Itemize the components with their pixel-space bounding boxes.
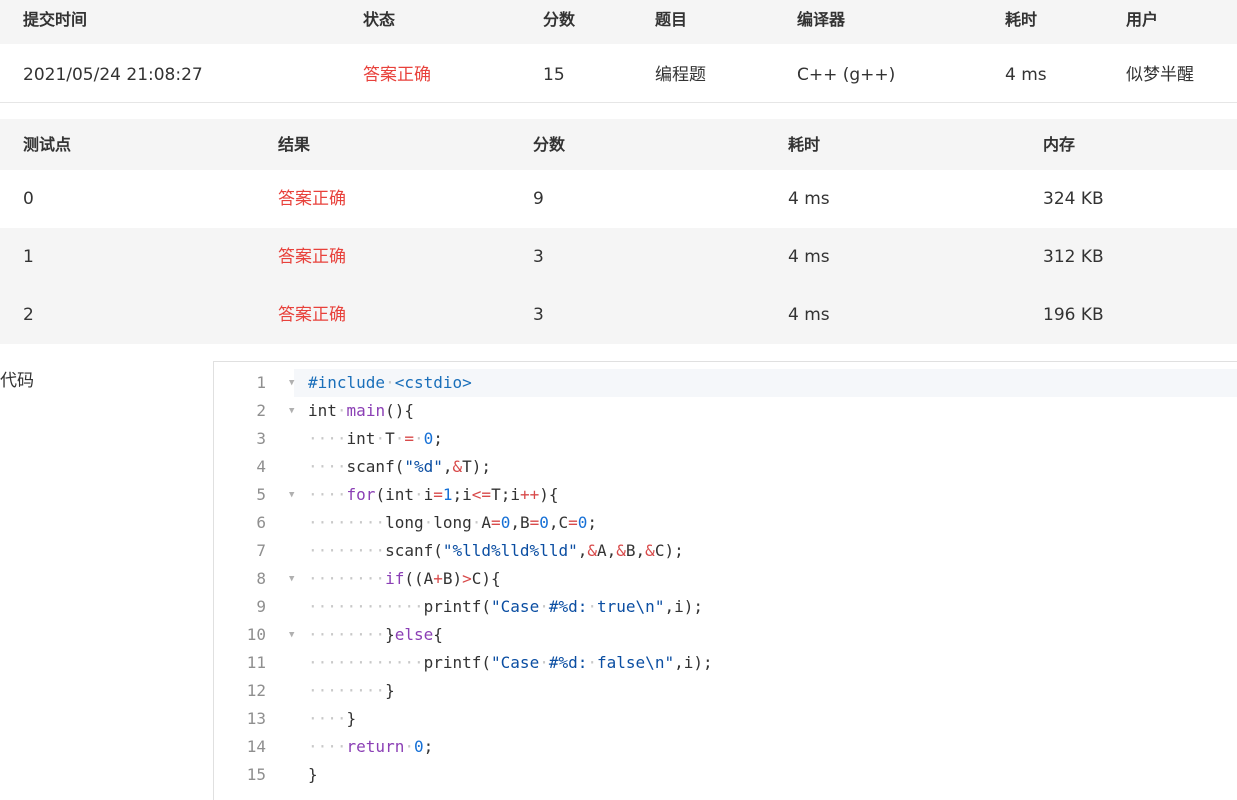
testcase-header-row: 测试点 结果 分数 耗时 内存 [0, 119, 1237, 170]
line-number: 8 ▼ [214, 565, 306, 593]
testcase-table: 测试点 结果 分数 耗时 内存 0 答案正确 9 4 ms 324 KB 1 答… [0, 119, 1237, 344]
fold-arrow-icon[interactable]: ▼ [289, 621, 294, 649]
line-number: 6 [256, 513, 266, 532]
summary-row: 2021/05/24 21:08:27 答案正确 15 编程题 C++ (g++… [0, 44, 1237, 103]
testcase-id: 0 [23, 189, 34, 209]
testcase-score: 9 [533, 189, 544, 209]
header-result: 结果 [278, 135, 311, 154]
fold-arrow-icon[interactable]: ▼ [289, 397, 294, 425]
header-memory: 内存 [1043, 135, 1076, 154]
testcase-result: 答案正确 [278, 247, 346, 267]
summary-header-row: 提交时间 状态 分数 题目 编译器 耗时 用户 [0, 0, 1237, 44]
header-submit-time: 提交时间 [23, 10, 88, 29]
line-number: 7 [256, 541, 266, 560]
code-line: ····scanf("%d",&T); [308, 457, 492, 476]
testcase-memory: 196 KB [1043, 305, 1104, 325]
testcase-result: 答案正确 [278, 305, 346, 325]
line-number: 12 [246, 681, 266, 700]
testcase-memory: 324 KB [1043, 189, 1104, 209]
code-line: ············printf("Case·#%d:·false\n",i… [308, 653, 713, 672]
fold-arrow-icon[interactable]: ▼ [289, 565, 294, 593]
header-time: 耗时 [1005, 10, 1038, 29]
testcase-time: 4 ms [788, 247, 830, 267]
code-line: ····return·0; [308, 737, 434, 756]
code-line: ····} [308, 709, 357, 728]
code-content[interactable]: #include·<cstdio> int·main(){ ····int·T·=·… [308, 369, 713, 789]
code-line: } [308, 765, 318, 784]
code-line: ············printf("Case·#%d:·true\n",i)… [308, 597, 703, 616]
code-line: ····for(int·i=1;i<=T;i++){ [308, 485, 559, 504]
compiler: C++ (g++) [797, 65, 896, 85]
submission-summary-table: 提交时间 状态 分数 题目 编译器 耗时 用户 2021/05/24 21:08… [0, 0, 1237, 103]
table-row: 1 答案正确 3 4 ms 312 KB [0, 228, 1237, 286]
line-number: 9 [256, 597, 266, 616]
submit-time: 2021/05/24 21:08:27 [23, 65, 203, 85]
testcase-time: 4 ms [788, 305, 830, 325]
code-editor[interactable]: 1 ▼ 2 ▼ 3 4 5 ▼ 6 7 8 ▼ 9 10 ▼ 11 12 13 14 15 #include·<cst… [213, 361, 1237, 800]
code-label: 代码 [0, 371, 34, 391]
line-number: 13 [246, 709, 266, 728]
header-testcase: 测试点 [23, 135, 72, 154]
problem-link[interactable]: 编程题 [655, 46, 706, 104]
line-number: 4 [256, 457, 266, 476]
line-number: 2 ▼ [214, 397, 306, 425]
header-score: 分数 [533, 135, 566, 154]
score: 15 [543, 65, 565, 85]
testcase-time: 4 ms [788, 189, 830, 209]
code-line: ········} [308, 681, 395, 700]
testcase-id: 1 [23, 247, 34, 267]
code-line: ····int·T·=·0; [308, 429, 443, 448]
line-number: 3 [256, 429, 266, 448]
fold-arrow-icon[interactable]: ▼ [289, 369, 294, 397]
header-status: 状态 [363, 10, 396, 29]
status-accepted: 答案正确 [363, 65, 431, 85]
header-score: 分数 [543, 10, 576, 29]
header-user: 用户 [1126, 10, 1159, 29]
line-number: 1 ▼ [214, 369, 306, 397]
testcase-memory: 312 KB [1043, 247, 1104, 267]
line-number: 5 ▼ [214, 481, 306, 509]
testcase-score: 3 [533, 305, 544, 325]
code-line: ········}else{ [308, 625, 443, 644]
table-row: 2 答案正确 3 4 ms 196 KB [0, 286, 1237, 344]
time-used: 4 ms [1005, 65, 1047, 85]
fold-arrow-icon[interactable]: ▼ [289, 481, 294, 509]
code-line: ········scanf("%lld%lld%lld",&A,&B,&C); [308, 541, 684, 560]
line-number: 14 [246, 737, 266, 756]
code-line: ········if((A+B)>C){ [308, 569, 501, 588]
line-number: 15 [246, 765, 266, 784]
table-row: 0 答案正确 9 4 ms 324 KB [0, 170, 1237, 228]
header-problem: 题目 [655, 10, 688, 29]
code-line: #include·<cstdio> [308, 373, 472, 392]
line-number-gutter: 1 ▼ 2 ▼ 3 4 5 ▼ 6 7 8 ▼ 9 10 ▼ 11 12 13 14 15 [214, 369, 306, 789]
header-time: 耗时 [788, 135, 821, 154]
user-link[interactable]: 似梦半醒 [1126, 46, 1194, 104]
testcase-id: 2 [23, 305, 34, 325]
line-number: 11 [246, 653, 266, 672]
testcase-result: 答案正确 [278, 189, 346, 209]
testcase-score: 3 [533, 247, 544, 267]
code-line: ········long·long·A=0,B=0,C=0; [308, 513, 598, 532]
header-compiler: 编译器 [797, 10, 846, 29]
code-line: int·main(){ [308, 401, 414, 420]
line-number: 10 ▼ [214, 621, 306, 649]
